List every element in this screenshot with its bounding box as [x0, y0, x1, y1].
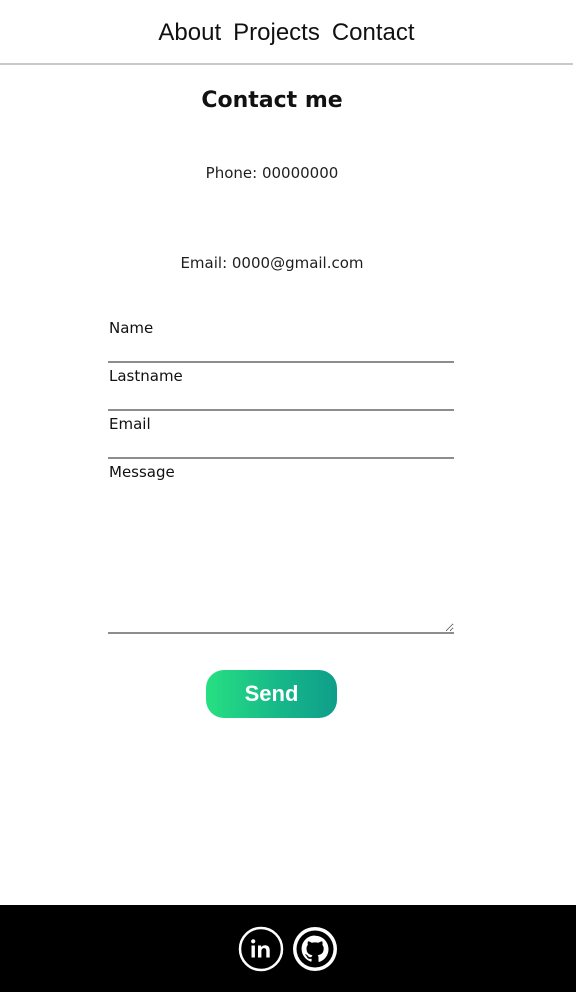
contact-page: About Projects Contact Contact me Phone:…	[0, 0, 576, 992]
lastname-label: Lastname	[109, 367, 183, 385]
page-title: Contact me	[201, 88, 343, 113]
email-text: Email: 0000@gmail.com	[180, 254, 364, 272]
linkedin-icon	[238, 926, 284, 971]
nav-projects[interactable]: Projects	[233, 20, 320, 45]
message-label: Message	[109, 463, 175, 481]
linkedin-link[interactable]	[238, 926, 284, 972]
send-button[interactable]: Send	[206, 670, 337, 718]
top-navigation: About Projects Contact	[0, 0, 573, 65]
github-link[interactable]	[292, 926, 338, 972]
nav-contact[interactable]: Contact	[332, 20, 415, 45]
footer	[0, 905, 576, 992]
name-input[interactable]	[108, 337, 454, 363]
github-icon	[293, 926, 337, 971]
email-label: Email	[109, 415, 151, 433]
phone-text: Phone: 00000000	[205, 164, 339, 182]
lastname-input[interactable]	[108, 385, 454, 411]
message-textarea[interactable]	[108, 484, 454, 634]
email-input[interactable]	[108, 433, 454, 459]
nav-about[interactable]: About	[158, 20, 221, 45]
name-label: Name	[109, 319, 154, 337]
